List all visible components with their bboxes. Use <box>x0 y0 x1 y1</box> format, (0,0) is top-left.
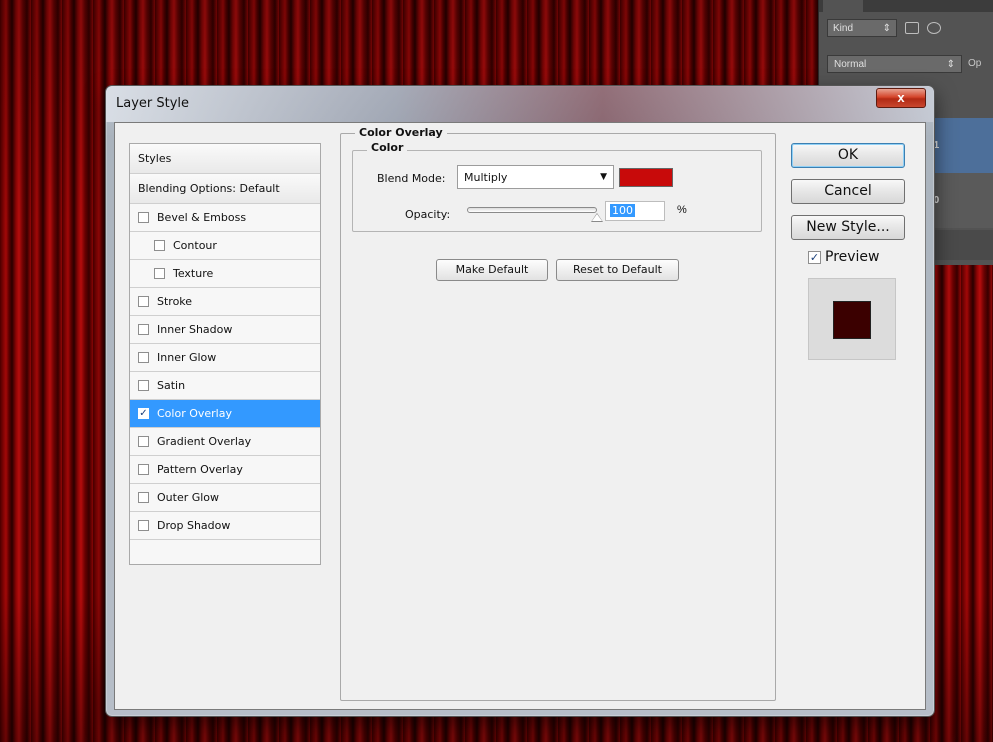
style-item-label: Drop Shadow <box>157 519 231 532</box>
style-item[interactable]: Texture <box>130 260 320 288</box>
style-checkbox[interactable] <box>138 324 149 335</box>
updown-icon: ⇕ <box>946 58 955 70</box>
style-item-label: Gradient Overlay <box>157 435 252 448</box>
style-item[interactable]: Bevel & Emboss <box>130 204 320 232</box>
section-title: Color Overlay <box>355 126 447 139</box>
preview-label: Preview <box>825 249 880 265</box>
style-item-label: Color Overlay <box>157 407 232 420</box>
layer-style-dialog: Layer Style x Styles Blending Options: D… <box>105 85 935 717</box>
style-checkbox[interactable] <box>138 492 149 503</box>
style-item[interactable]: Stroke <box>130 288 320 316</box>
layers-tab[interactable] <box>823 0 863 12</box>
style-item[interactable]: ✓ Color Overlay <box>130 400 320 428</box>
reset-to-default-button[interactable]: Reset to Default <box>556 259 679 281</box>
group-title: Color <box>367 141 408 154</box>
style-item-label: Stroke <box>157 295 193 308</box>
style-item-label: Inner Shadow <box>157 323 233 336</box>
opacity-slider-handle[interactable] <box>591 213 603 222</box>
style-checkbox[interactable]: ✓ <box>138 408 149 419</box>
preview-checkbox[interactable]: ✓ <box>808 250 821 264</box>
opacity-label: Opacity: <box>405 208 451 221</box>
style-item-label: Outer Glow <box>157 491 220 504</box>
style-checkbox[interactable] <box>154 240 165 251</box>
dialog-titlebar[interactable]: Layer Style x <box>106 86 934 122</box>
styles-list: Styles Blending Options: Default Bevel &… <box>129 143 321 565</box>
style-item[interactable]: Drop Shadow <box>130 512 320 540</box>
dialog-title: Layer Style <box>116 96 190 111</box>
updown-icon: ⇕ <box>882 22 891 34</box>
style-item-label: Texture <box>173 267 214 280</box>
style-checkbox[interactable] <box>138 436 149 447</box>
style-item-label: Satin <box>157 379 186 392</box>
styles-header[interactable]: Styles <box>130 144 320 174</box>
ok-button[interactable]: OK <box>791 143 905 168</box>
style-item[interactable]: Outer Glow <box>130 484 320 512</box>
color-swatch[interactable] <box>619 168 673 187</box>
style-item[interactable]: Inner Shadow <box>130 316 320 344</box>
new-style-button[interactable]: New Style... <box>791 215 905 240</box>
blend-mode-value: Multiply <box>464 170 508 184</box>
dialog-body: Styles Blending Options: Default Bevel &… <box>114 122 926 710</box>
pixel-filter-icon[interactable] <box>905 22 919 34</box>
opacity-slider[interactable] <box>467 207 597 213</box>
close-button[interactable]: x <box>876 88 926 108</box>
opacity-value: 100 <box>610 204 635 217</box>
layer-filter-label: Kind <box>833 22 854 34</box>
layer-opacity-label: Op <box>968 58 982 69</box>
opacity-unit: % <box>677 204 687 216</box>
chevron-down-icon: ▼ <box>600 172 607 182</box>
cancel-button[interactable]: Cancel <box>791 179 905 204</box>
style-item-label: Inner Glow <box>157 351 217 364</box>
layer-blend-mode-value: Normal <box>834 58 867 70</box>
style-item-label: Pattern Overlay <box>157 463 243 476</box>
style-checkbox[interactable] <box>138 464 149 475</box>
blend-mode-label: Blend Mode: <box>377 172 446 185</box>
style-item[interactable]: Gradient Overlay <box>130 428 320 456</box>
style-checkbox[interactable] <box>154 268 165 279</box>
style-checkbox[interactable] <box>138 352 149 363</box>
preview-toggle[interactable]: ✓ Preview <box>808 249 880 265</box>
adjustment-filter-icon[interactable] <box>927 22 941 34</box>
style-item[interactable]: Pattern Overlay <box>130 456 320 484</box>
style-checkbox[interactable] <box>138 520 149 531</box>
layers-tab-strip <box>819 0 993 12</box>
style-item-label: Bevel & Emboss <box>157 211 247 224</box>
style-checkbox[interactable] <box>138 296 149 307</box>
style-item[interactable]: Satin <box>130 372 320 400</box>
layer-filter-dropdown[interactable]: Kind ⇕ <box>827 19 897 37</box>
blending-options-label: Blending Options: Default <box>138 182 280 195</box>
blend-mode-select[interactable]: Multiply ▼ <box>457 165 614 189</box>
style-checkbox[interactable] <box>138 380 149 391</box>
style-preview <box>808 278 896 360</box>
style-item-label: Contour <box>173 239 217 252</box>
layer-blend-mode-dropdown[interactable]: Normal ⇕ <box>827 55 962 73</box>
make-default-button[interactable]: Make Default <box>436 259 548 281</box>
style-item[interactable]: Contour <box>130 232 320 260</box>
style-checkbox[interactable] <box>138 212 149 223</box>
opacity-input[interactable]: 100 <box>605 201 665 221</box>
style-item[interactable]: Inner Glow <box>130 344 320 372</box>
blending-options-item[interactable]: Blending Options: Default <box>130 174 320 204</box>
styles-header-label: Styles <box>138 152 172 165</box>
close-icon: x <box>897 90 905 105</box>
preview-swatch <box>833 301 871 339</box>
